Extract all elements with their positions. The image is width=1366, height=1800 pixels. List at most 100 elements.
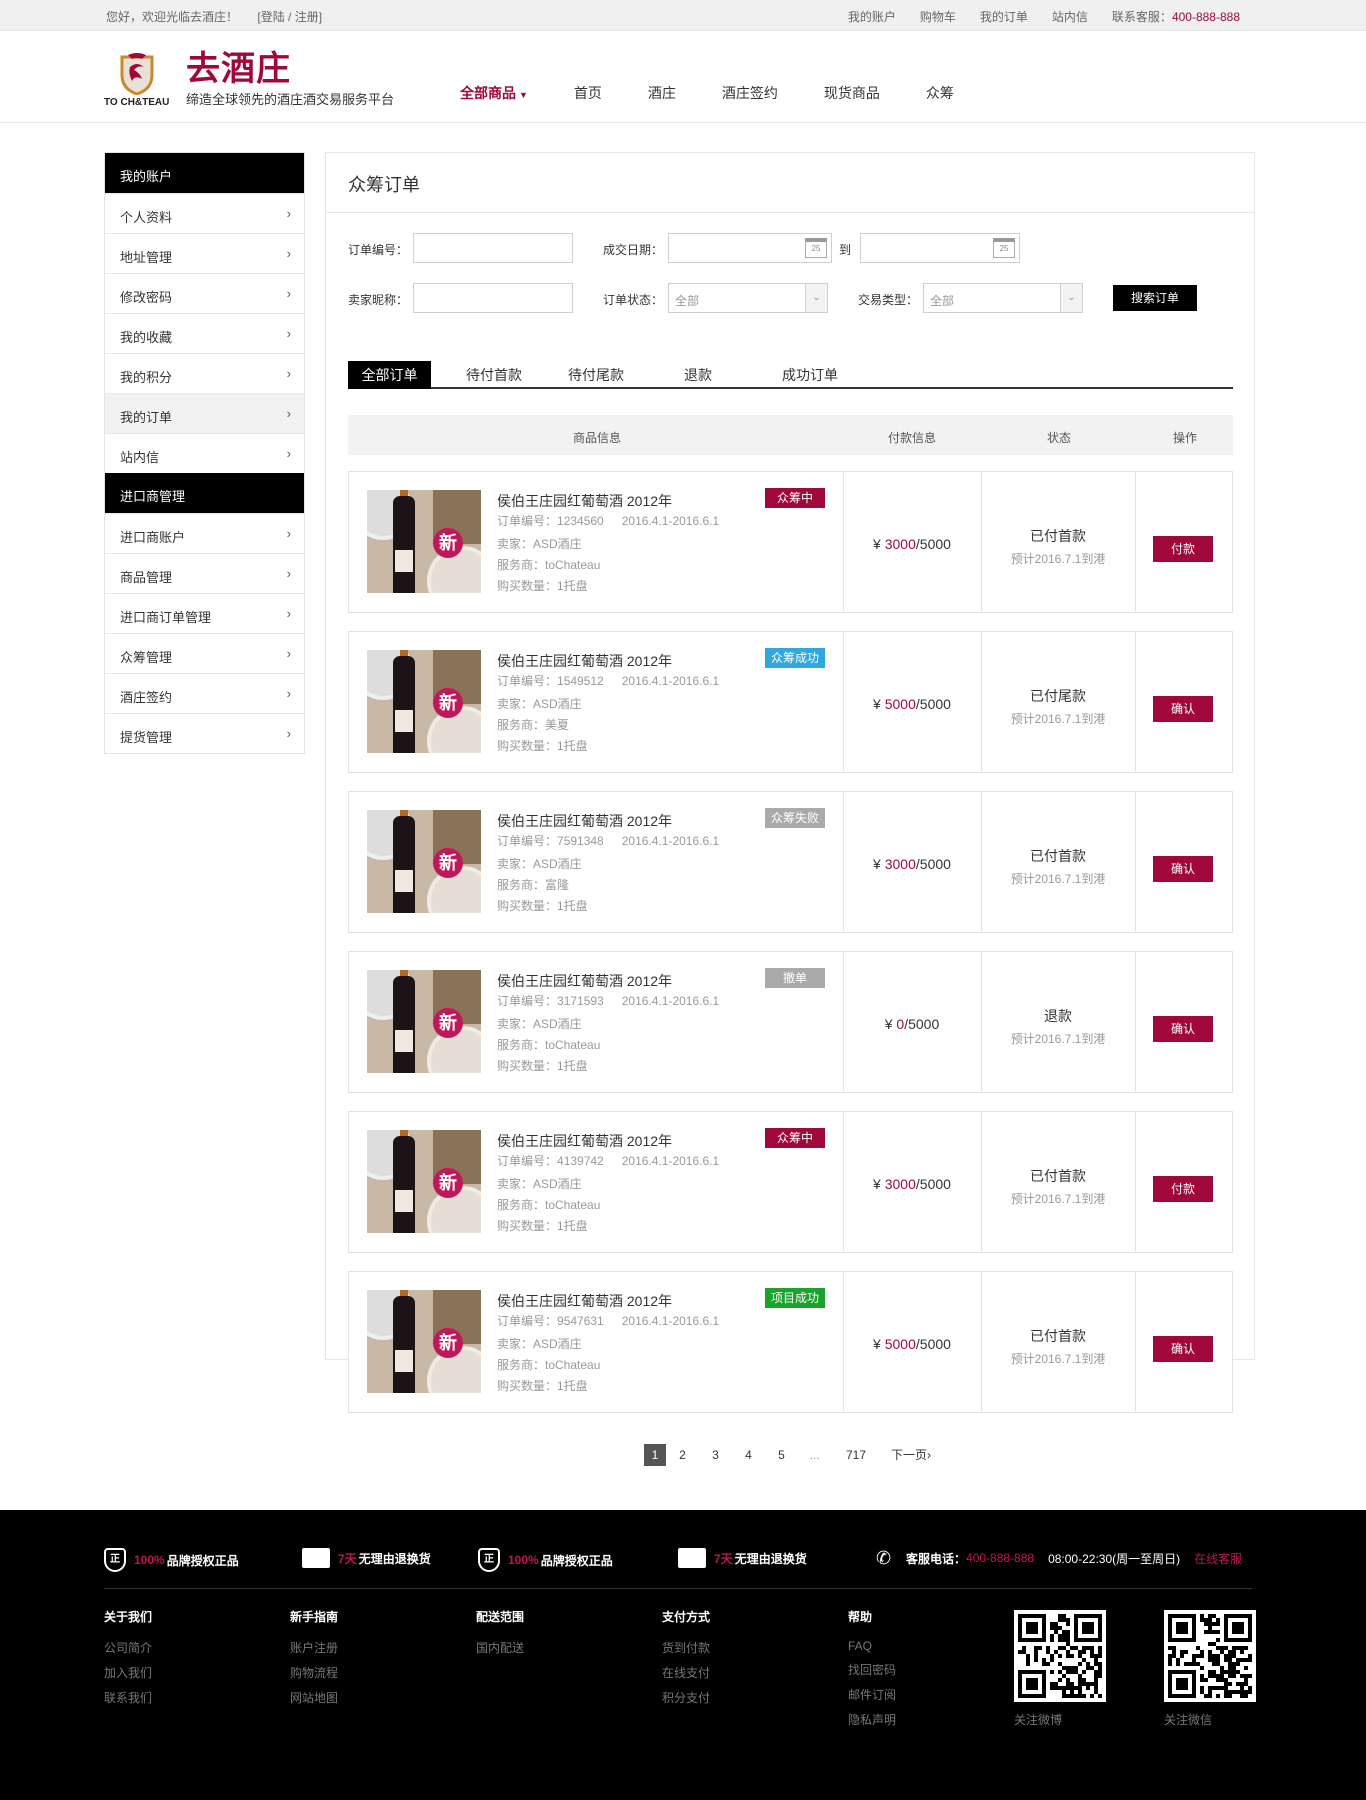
page-2[interactable]: 2 [666, 1444, 699, 1466]
payment-info: ¥ 5000/5000 [843, 696, 981, 712]
sidebar-item-pickup[interactable]: 提货管理 › [105, 713, 304, 753]
sidebar-item-label: 酒庄签约 [120, 690, 173, 705]
footer-link[interactable]: 国内配送 [476, 1639, 524, 1656]
product-image[interactable]: 新 [367, 490, 481, 593]
footer-link[interactable]: 邮件订阅 [848, 1686, 896, 1703]
nav-crowdfunding[interactable]: 众筹 [926, 83, 954, 103]
sidebar-item-label: 修改密码 [120, 290, 173, 305]
my-account-link[interactable]: 我的账户 [848, 8, 896, 25]
page-1[interactable]: 1 [644, 1444, 666, 1466]
product-name[interactable]: 侯伯王庄园红葡萄酒 2012年 [497, 1131, 672, 1151]
arrival-estimate: 预计2016.7.1到港 [1010, 872, 1106, 886]
tab-refund[interactable]: 退款 [658, 361, 738, 389]
page-717[interactable]: 717 [831, 1444, 881, 1466]
start-date-input[interactable]: 25 [668, 233, 832, 263]
page-3[interactable]: 3 [699, 1444, 732, 1466]
tab-pending-final[interactable]: 待付尾款 [556, 361, 636, 389]
messages-link[interactable]: 站内信 [1052, 8, 1088, 25]
nav-chateau[interactable]: 酒庄 [648, 83, 676, 103]
new-badge: 新 [433, 528, 463, 558]
product-image[interactable]: 新 [367, 650, 481, 753]
nav-chateau-contract[interactable]: 酒庄签约 [722, 83, 778, 103]
order-action-button[interactable]: 确认 [1153, 1016, 1213, 1042]
footer-link[interactable]: 积分支付 [662, 1689, 710, 1706]
sidebar-item-crowdfunding[interactable]: 众筹管理 › [105, 633, 304, 673]
order-action-button[interactable]: 确认 [1153, 696, 1213, 722]
calendar-icon[interactable]: 25 [993, 238, 1015, 258]
sidebar-item-orders[interactable]: 我的订单 › [105, 393, 304, 433]
product-image[interactable]: 新 [367, 1290, 481, 1393]
payment-info: ¥ 5000/5000 [843, 1336, 981, 1352]
sidebar-item-points[interactable]: 我的积分 › [105, 353, 304, 393]
product-name[interactable]: 侯伯王庄园红葡萄酒 2012年 [497, 651, 672, 671]
qr-code-icon [1168, 1614, 1252, 1698]
footer-column: 支付方式 货到付款 在线支付 积分支付 [662, 1608, 710, 1714]
order-action-button[interactable]: 确认 [1153, 856, 1213, 882]
chevron-right-icon: › [286, 286, 291, 301]
sidebar-item-messages[interactable]: 站内信 › [105, 433, 304, 473]
product-image[interactable]: 新 [367, 810, 481, 913]
footer-link[interactable]: 隐私声明 [848, 1711, 896, 1728]
sidebar-item-importer-account[interactable]: 进口商账户 › [105, 513, 304, 553]
logo[interactable]: TO CH&TEAU [104, 51, 172, 111]
product-name[interactable]: 侯伯王庄园红葡萄酒 2012年 [497, 1291, 672, 1311]
paid-amount: 3000 [884, 536, 916, 552]
order-row: 新 侯伯王庄园红葡萄酒 2012年 项目成功 订单编号：9547631 2016.4.1… [348, 1271, 1233, 1413]
search-orders-button[interactable]: 搜索订单 [1113, 285, 1197, 311]
product-name[interactable]: 侯伯王庄园红葡萄酒 2012年 [497, 811, 672, 831]
footer-link[interactable]: 公司简介 [104, 1639, 152, 1656]
next-page-link[interactable]: 下一页› [881, 1444, 941, 1466]
order-action-button[interactable]: 付款 [1153, 536, 1213, 562]
footer-link[interactable]: 找回密码 [848, 1661, 896, 1678]
nav-home[interactable]: 首页 [574, 83, 602, 103]
sidebar-item-address[interactable]: 地址管理 › [105, 233, 304, 273]
end-date-input[interactable]: 25 [860, 233, 1020, 263]
quantity-info: 购买数量：1托盘 [497, 1059, 588, 1073]
order-action-button[interactable]: 付款 [1153, 1176, 1213, 1202]
calendar-icon[interactable]: 25 [805, 238, 827, 258]
product-name[interactable]: 侯伯王庄园红葡萄酒 2012年 [497, 971, 672, 991]
currency-symbol: ¥ [873, 1176, 881, 1192]
tab-all-orders[interactable]: 全部订单 [348, 361, 431, 389]
order-status: 已付尾款 [1030, 688, 1086, 704]
footer-link[interactable]: 联系我们 [104, 1689, 152, 1706]
product-image[interactable]: 新 [367, 1130, 481, 1233]
order-number-label: 订单编号： [497, 1314, 558, 1328]
order-number-label: 订单编号： [497, 834, 558, 848]
status-select[interactable]: 全部 ⌄ [668, 283, 828, 313]
product-name[interactable]: 侯伯王庄园红葡萄酒 2012年 [497, 491, 672, 511]
online-service-link[interactable]: 在线客服 [1194, 1550, 1242, 1567]
sidebar-item-favorites[interactable]: 我的收藏 › [105, 313, 304, 353]
footer-link[interactable]: 货到付款 [662, 1639, 710, 1656]
footer-link[interactable]: 网站地图 [290, 1689, 338, 1706]
order-action-button[interactable]: 确认 [1153, 1336, 1213, 1362]
nav-all-products[interactable]: 全部商品 ▼ [460, 83, 528, 103]
sidebar-item-profile[interactable]: 个人资料 › [105, 193, 304, 233]
tab-success[interactable]: 成功订单 [760, 361, 860, 389]
footer-link[interactable]: 账户注册 [290, 1639, 338, 1656]
footer-link[interactable]: FAQ [848, 1639, 896, 1653]
type-select[interactable]: 全部 ⌄ [923, 283, 1083, 313]
status-select-value: 全部 [675, 294, 700, 308]
product-image[interactable]: 新 [367, 970, 481, 1073]
page-5[interactable]: 5 [765, 1444, 798, 1466]
sidebar-item-products[interactable]: 商品管理 › [105, 553, 304, 593]
nav-in-stock[interactable]: 现货商品 [824, 83, 880, 103]
seller-input[interactable] [413, 283, 573, 313]
sidebar-item-importer-orders[interactable]: 进口商订单管理 › [105, 593, 304, 633]
sidebar-item-password[interactable]: 修改密码 › [105, 273, 304, 313]
footer-link[interactable]: 在线支付 [662, 1664, 710, 1681]
total-amount: /5000 [904, 1016, 940, 1032]
cart-link[interactable]: 购物车 [920, 8, 956, 25]
order-no-input[interactable] [413, 233, 573, 263]
tab-pending-first[interactable]: 待付首款 [454, 361, 534, 389]
agent-info: 服务商：toChateau [497, 1358, 601, 1372]
footer-link[interactable]: 购物流程 [290, 1664, 338, 1681]
footer-link[interactable]: 加入我们 [104, 1664, 152, 1681]
chevron-right-icon: › [286, 446, 291, 461]
login-register-link[interactable]: [登陆 / 注册] [257, 10, 322, 24]
sidebar-item-chateau-contract[interactable]: 酒庄签约 › [105, 673, 304, 713]
page-4[interactable]: 4 [732, 1444, 765, 1466]
order-status: 已付首款 [1030, 1328, 1086, 1344]
my-orders-link[interactable]: 我的订单 [980, 8, 1028, 25]
